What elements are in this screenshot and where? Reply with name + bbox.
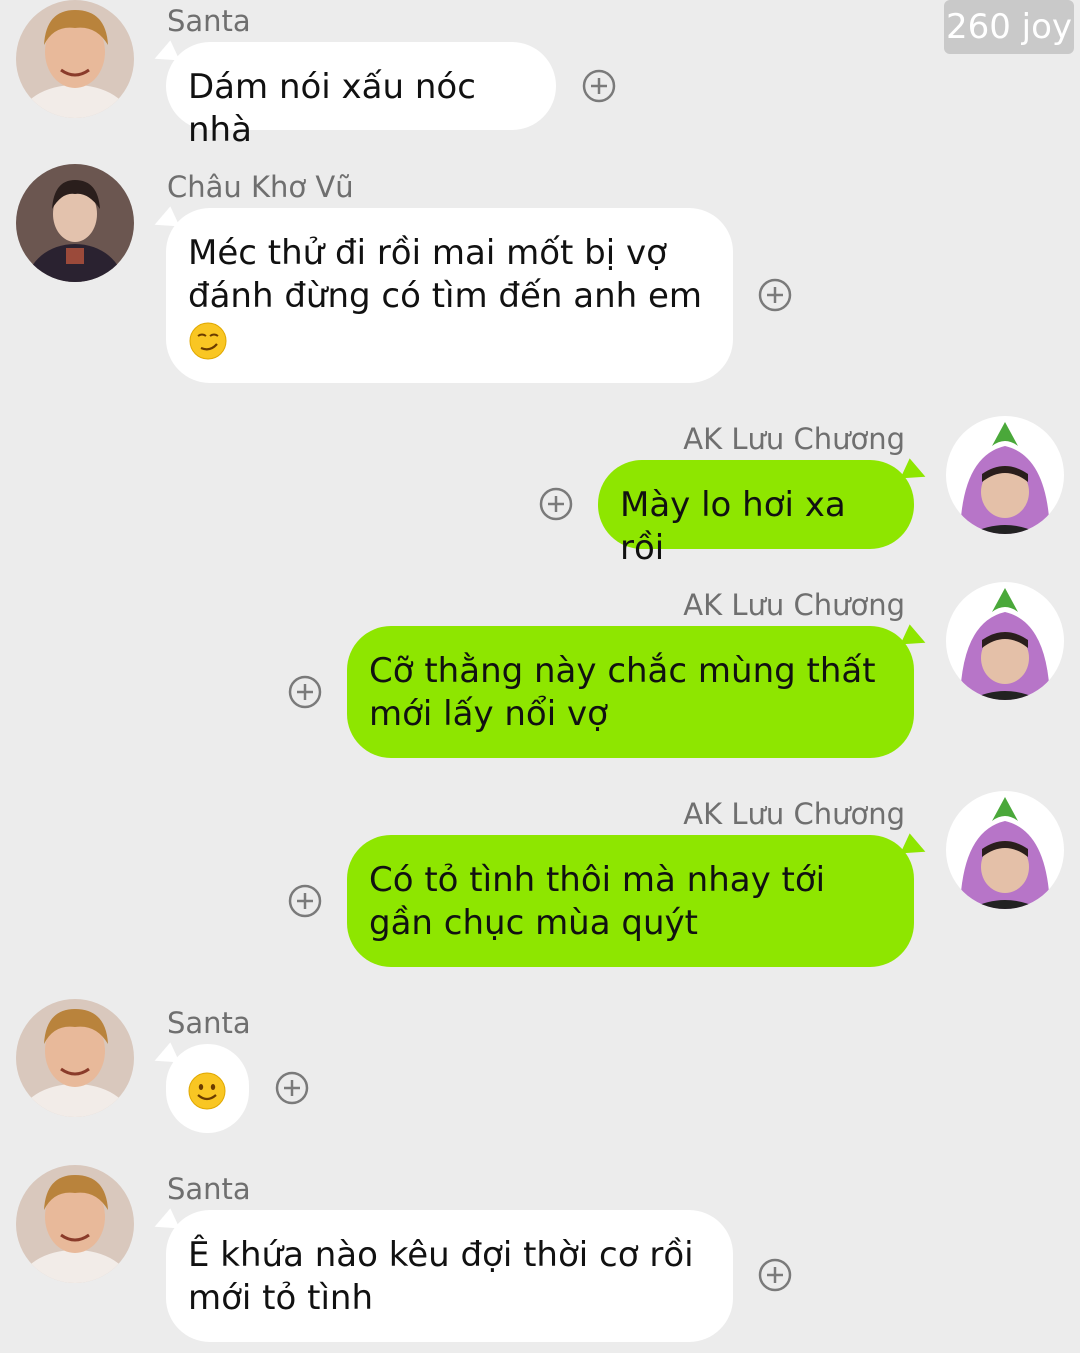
avatar-santa-photo [16, 0, 134, 118]
avatar-chau-kho-vu-photo [16, 164, 134, 282]
avatar-chau-kho-vu[interactable] [16, 164, 134, 282]
avatar-santa[interactable] [16, 1165, 134, 1283]
avatar-santa[interactable] [16, 999, 134, 1117]
eggplant-hat-avatar-icon [946, 791, 1064, 909]
sender-name: AK Lưu Chương [683, 797, 905, 831]
message-bubble[interactable]: Dám nói xấu nóc nhà [166, 42, 556, 150]
message-text: Mày lo hơi xa rồi [620, 485, 846, 568]
message-bubble[interactable]: Méc thử đi rồi mai mốt bị vợ đánh đừng c… [166, 208, 733, 383]
sender-name: Santa [167, 1006, 251, 1040]
add-reaction-icon[interactable] [582, 69, 616, 103]
avatar-santa-photo [16, 1165, 134, 1283]
add-reaction-icon[interactable] [288, 675, 322, 709]
smirking-face-icon [188, 321, 228, 361]
add-reaction-icon[interactable] [539, 487, 573, 521]
avatar-santa[interactable] [16, 0, 134, 118]
sender-name: AK Lưu Chương [683, 422, 905, 456]
message-text: Méc thử đi rồi mai mốt bị vợ đánh đừng c… [188, 233, 703, 316]
message-text: Ê khứa nào kêu đợi thời cơ rồi mới tỏ tì… [188, 1235, 694, 1318]
slightly-smiling-face-icon [187, 1071, 227, 1111]
avatar-santa-photo [16, 999, 134, 1117]
add-reaction-icon[interactable] [288, 884, 322, 918]
add-reaction-icon[interactable] [275, 1071, 309, 1105]
avatar-ak-luu-chuong[interactable] [946, 791, 1064, 909]
message-bubble[interactable]: Cỡ thằng này chắc mùng thất mới lấy nổi … [347, 626, 914, 758]
add-reaction-icon[interactable] [758, 1258, 792, 1292]
eggplant-hat-avatar-icon [946, 416, 1064, 534]
add-reaction-icon[interactable] [758, 278, 792, 312]
avatar-ak-luu-chuong[interactable] [946, 582, 1064, 700]
sender-name: Châu Khơ Vũ [167, 170, 354, 204]
message-bubble[interactable]: Có tỏ tình thôi mà nhay tới gần chục mùa… [347, 835, 914, 967]
message-text: Cỡ thằng này chắc mùng thất mới lấy nổi … [369, 651, 876, 734]
sender-name: AK Lưu Chương [683, 588, 905, 622]
sender-name: Santa [167, 1172, 251, 1206]
sender-name: Santa [167, 4, 251, 38]
message-bubble[interactable]: Ê khứa nào kêu đợi thời cơ rồi mới tỏ tì… [166, 1210, 733, 1342]
message-bubble[interactable]: Mày lo hơi xa rồi [598, 460, 914, 568]
eggplant-hat-avatar-icon [946, 582, 1064, 700]
message-text: Dám nói xấu nóc nhà [188, 67, 476, 150]
message-text: Có tỏ tình thôi mà nhay tới gần chục mùa… [369, 860, 826, 943]
watermark-badge: 260 joy [944, 0, 1074, 54]
message-bubble[interactable] [166, 1044, 249, 1133]
avatar-ak-luu-chuong[interactable] [946, 416, 1064, 534]
